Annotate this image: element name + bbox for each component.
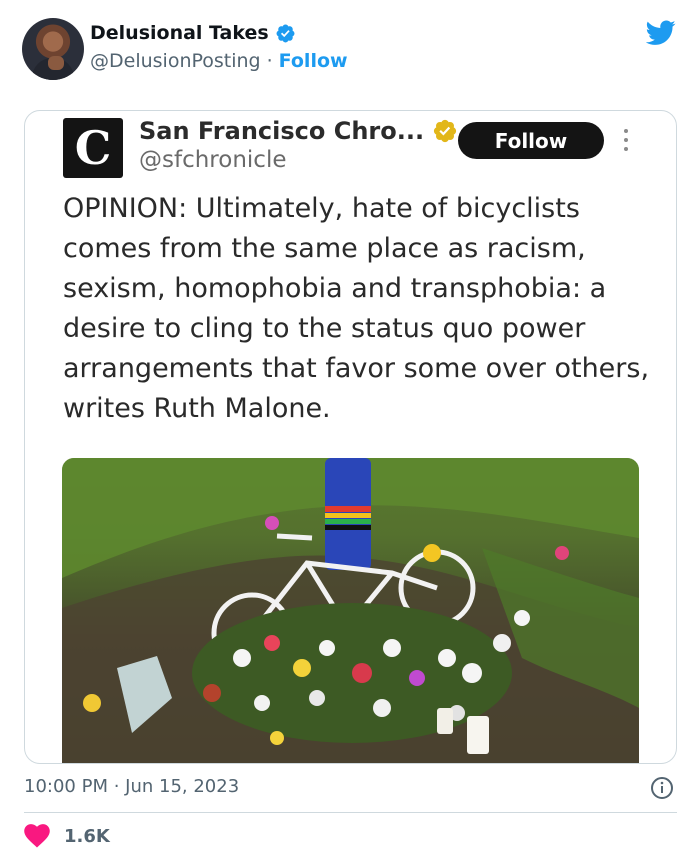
like-action[interactable]: 1.6K <box>24 824 110 848</box>
info-icon[interactable] <box>650 776 674 800</box>
embedded-image-card[interactable]: C San Francisco Chro... @sfchronicle Fol… <box>24 110 677 764</box>
verified-badge-icon <box>276 24 295 42</box>
quoted-handle: @sfchronicle <box>139 147 287 173</box>
tweet-embed: Delusional Takes @DelusionPosting · Foll… <box>0 0 700 866</box>
twitter-bird-icon[interactable] <box>646 20 676 46</box>
quoted-name-row: San Francisco Chro... <box>139 117 458 145</box>
chronicle-logo: C <box>63 118 123 178</box>
ghost-bike-memorial-photo <box>62 458 639 763</box>
separator-dot: · <box>266 50 273 72</box>
memorial-illustration <box>62 458 639 763</box>
quoted-post-text: OPINION: Ultimately, hate of bicyclists … <box>63 193 650 424</box>
like-count: 1.6K <box>64 825 110 847</box>
author-avatar[interactable] <box>22 18 84 80</box>
gold-verified-badge-icon <box>433 119 457 143</box>
quoted-display-name: San Francisco Chro... <box>139 117 425 145</box>
heart-icon[interactable] <box>24 824 50 848</box>
footer-divider <box>24 812 677 813</box>
more-options-icon <box>623 129 629 151</box>
author-display-name[interactable]: Delusional Takes <box>90 22 269 44</box>
author-handle[interactable]: @DelusionPosting <box>90 50 261 72</box>
author-handle-row: @DelusionPosting · Follow <box>90 50 348 72</box>
author-name-row: Delusional Takes <box>90 22 296 44</box>
tweet-timestamp[interactable]: 10:00 PM · Jun 15, 2023 <box>24 776 239 797</box>
quoted-follow-button: Follow <box>458 122 604 159</box>
follow-link[interactable]: Follow <box>279 50 348 72</box>
